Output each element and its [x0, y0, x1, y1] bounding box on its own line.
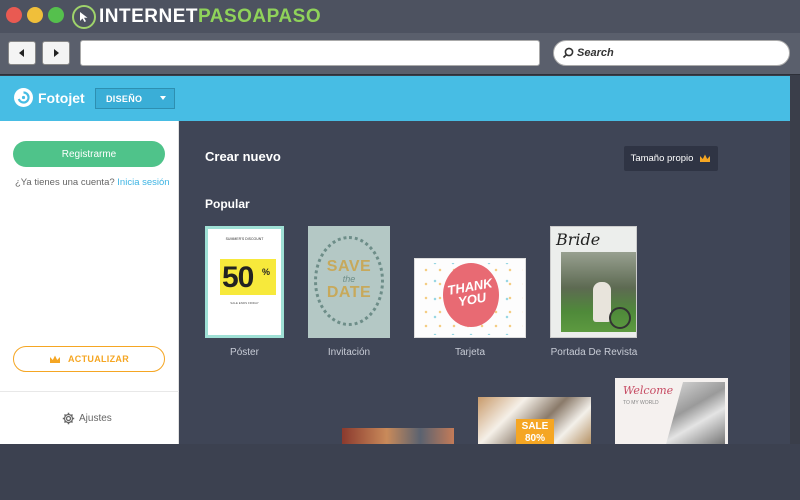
template-label-poster[interactable]: Póster	[205, 347, 284, 358]
welcome-subtext: TO MY WORLD	[623, 400, 659, 406]
invitation-text-date: DATE	[326, 284, 372, 301]
register-button[interactable]: Registrarme	[13, 141, 165, 167]
settings-button[interactable]: Ajustes	[62, 412, 112, 425]
crown-icon	[50, 355, 60, 363]
login-link[interactable]: Inicia sesión	[117, 177, 169, 188]
bicycle-wheel	[609, 307, 631, 329]
have-account-text: ¿Ya tienes una cuenta?	[15, 177, 115, 188]
browser-search-field[interactable]: Search	[553, 40, 790, 66]
site-brand: INTERNET PASOAPASO	[72, 4, 321, 30]
popular-heading: Popular	[205, 197, 250, 211]
crown-icon	[700, 154, 711, 162]
poster-footer-text: SALE ENDS FRIDAY	[230, 301, 259, 305]
design-dropdown[interactable]: DISEÑO	[95, 88, 175, 109]
poster-discount-suffix: %	[262, 267, 270, 277]
template-label-magazine-cover[interactable]: Portada De Revista	[539, 347, 649, 358]
poster-discount-number: 50	[222, 261, 254, 294]
gear-icon	[62, 412, 75, 425]
forward-button[interactable]	[42, 41, 70, 65]
browser-toolbar: Search	[0, 33, 800, 75]
sale-badge: SALE 80%	[516, 419, 554, 444]
browser-window: INTERNET PASOAPASO Search Fotojet DISEÑO	[0, 0, 800, 500]
design-dropdown-value: DISEÑO	[106, 93, 143, 104]
upgrade-label: ACTUALIZAR	[68, 354, 129, 364]
sidebar: Registrarme ¿Ya tienes una cuenta? Inici…	[0, 121, 179, 444]
card-text: THANK YOU	[446, 275, 494, 310]
template-invitation-thumbnail[interactable]: SAVE the DATE	[308, 226, 390, 338]
main-panel: Crear nuevo Tamaño propio Popular SUMMER…	[179, 121, 790, 444]
chevron-down-icon	[160, 96, 166, 100]
poster-discount-block: 50 %	[220, 259, 276, 295]
card-heart-shape: THANK YOU	[443, 263, 499, 327]
address-bar[interactable]	[80, 40, 540, 66]
template-thumbnail-more-2[interactable]: SALE 80%	[478, 397, 591, 444]
forward-arrow-icon	[54, 49, 59, 57]
app-header: Fotojet DISEÑO	[0, 76, 790, 121]
custom-size-button[interactable]: Tamaño propio	[624, 146, 718, 171]
brand-text-internet: INTERNET	[99, 6, 198, 27]
invitation-text-the: the	[342, 274, 356, 284]
minimize-window-button[interactable]	[27, 7, 43, 23]
sidebar-divider	[0, 391, 179, 392]
maximize-window-button[interactable]	[48, 7, 64, 23]
template-magazine-cover-thumbnail[interactable]: Bride	[550, 226, 637, 338]
template-label-invitation[interactable]: Invitación	[308, 347, 390, 358]
search-label: Search	[577, 47, 614, 59]
template-thumbnail-more-1[interactable]	[342, 428, 454, 444]
custom-size-label: Tamaño propio	[630, 153, 694, 164]
bottom-background	[0, 444, 800, 500]
back-button[interactable]	[8, 41, 36, 65]
back-arrow-icon	[19, 49, 24, 57]
create-new-heading: Crear nuevo	[205, 149, 281, 164]
fotojet-app: Fotojet DISEÑO Registrarme ¿Ya tienes un…	[0, 76, 790, 444]
logo-text: Fotojet	[38, 89, 85, 106]
settings-label: Ajustes	[79, 413, 112, 424]
welcome-text: Welcome	[623, 384, 674, 397]
template-poster-thumbnail[interactable]: SUMMER'S DISCOUNT 50 % SALE ENDS FRIDAY	[205, 226, 284, 338]
search-icon	[562, 47, 574, 59]
close-window-button[interactable]	[6, 7, 22, 23]
template-card-thumbnail[interactable]: THANK YOU	[414, 258, 526, 338]
fotojet-logo[interactable]: Fotojet	[14, 88, 85, 107]
upgrade-button[interactable]: ACTUALIZAR	[13, 346, 165, 372]
template-label-card[interactable]: Tarjeta	[414, 347, 526, 358]
magazine-title: Bride	[556, 230, 601, 249]
template-thumbnail-more-3[interactable]: Welcome TO MY WORLD	[615, 378, 728, 444]
portrait-image	[665, 382, 725, 444]
brand-text-pasoapaso: PASOAPASO	[198, 6, 322, 27]
poster-header-text: SUMMER'S DISCOUNT	[225, 237, 264, 241]
login-prompt: ¿Ya tienes una cuenta? Inicia sesión	[15, 177, 170, 188]
brand-cursor-icon	[72, 5, 96, 29]
window-right-edge	[790, 76, 800, 444]
title-bar: INTERNET PASOAPASO	[0, 0, 800, 33]
magazine-photo	[561, 252, 636, 332]
fotojet-logo-icon	[14, 88, 33, 107]
